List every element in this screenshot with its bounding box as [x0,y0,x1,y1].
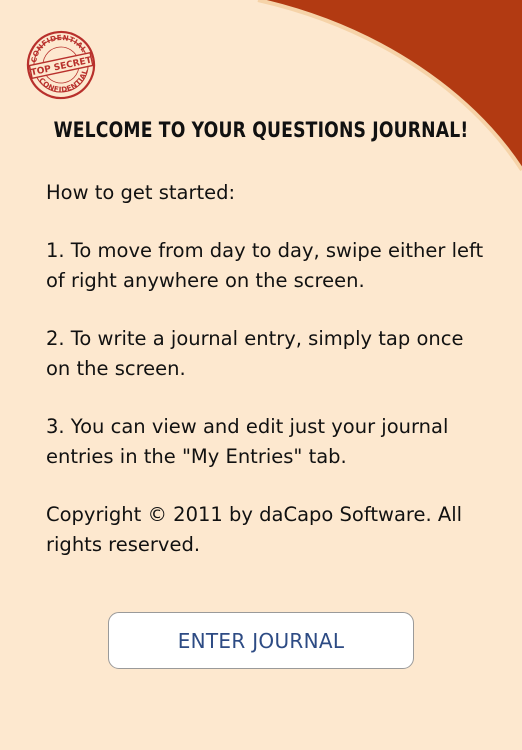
instruction-step-3: 3. You can view and edit just your journ… [46,415,449,468]
instructions-block: How to get started: 1. To move from day … [46,178,486,588]
instruction-step-1: 1. To move from day to day, swipe either… [46,239,484,292]
instruction-step-2: 2. To write a journal entry, simply tap … [46,327,464,380]
top-secret-stamp-icon: CONFIDENTIAL CONFIDENTIAL TOP SECRET [26,30,96,100]
instructions-intro: How to get started: [46,181,236,204]
copyright-text: Copyright © 2011 by daCapo Software. All… [46,503,463,556]
enter-journal-button[interactable]: ENTER JOURNAL [108,612,414,669]
enter-journal-label: ENTER JOURNAL [177,628,345,653]
page-title: WELCOME TO YOUR QUESTIONS JOURNAL! [53,118,469,142]
